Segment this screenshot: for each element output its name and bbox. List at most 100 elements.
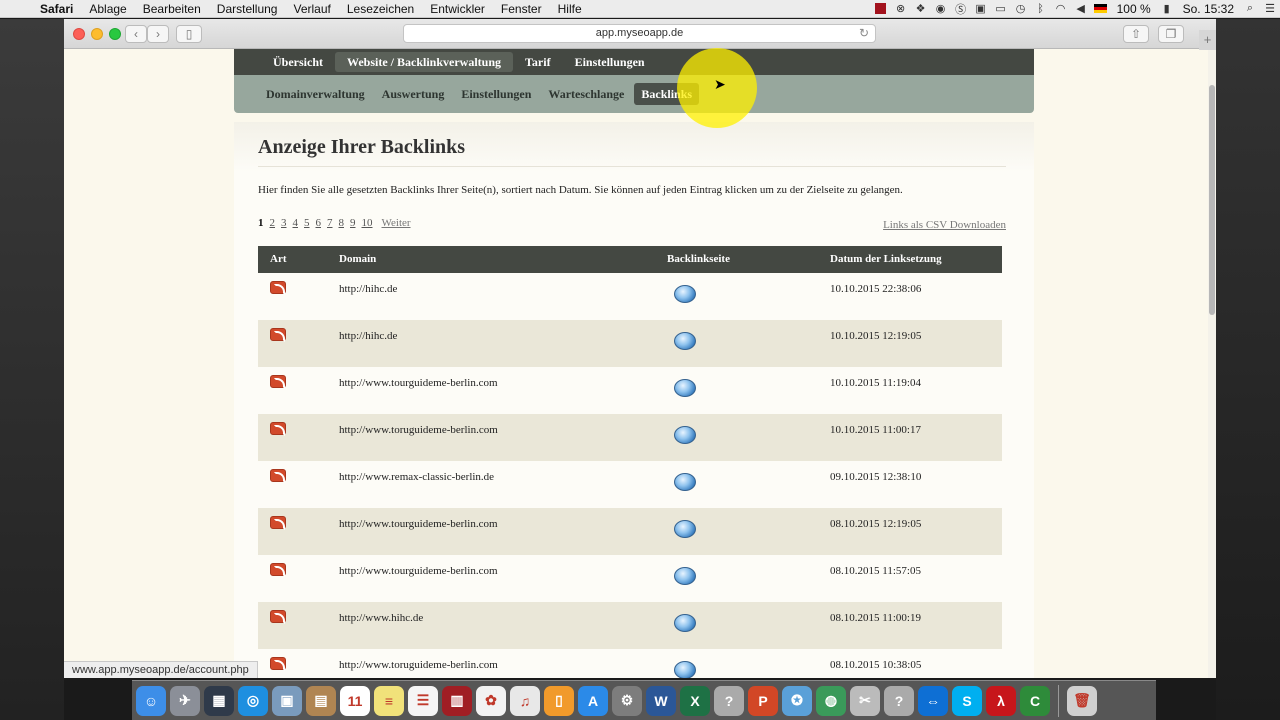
utility-icon[interactable]: ✂ <box>850 685 880 716</box>
row-domain[interactable]: http://hihc.de <box>339 283 397 295</box>
backlink-page-icon[interactable] <box>672 565 700 589</box>
menu-hilfe[interactable]: Hilfe <box>550 0 590 18</box>
share-button[interactable]: ⇧ <box>1123 25 1149 43</box>
trash-icon[interactable]: 🗑 <box>1067 685 1097 716</box>
menu-ablage[interactable]: Ablage <box>81 0 134 18</box>
preview-icon[interactable]: ▣ <box>272 685 302 716</box>
excel-icon[interactable]: X <box>680 685 710 716</box>
page-link-8[interactable]: 8 <box>339 217 351 229</box>
subnav-warteschlange[interactable]: Warteschlange <box>541 83 631 105</box>
camtasia-icon[interactable]: C <box>1020 685 1050 716</box>
row-domain[interactable]: http://hihc.de <box>339 330 397 342</box>
menu-bearbeiten[interactable]: Bearbeiten <box>135 0 209 18</box>
powerpoint-icon[interactable]: P <box>748 685 778 716</box>
battery-icon[interactable]: ▮ <box>1157 0 1177 18</box>
flag-icon[interactable] <box>1091 0 1111 18</box>
contacts-icon[interactable]: ▤ <box>306 685 336 716</box>
page-scrollbar[interactable] <box>1208 49 1216 678</box>
photo-booth-icon[interactable]: ▥ <box>442 685 472 716</box>
page-link-3[interactable]: 3 <box>281 217 293 229</box>
ibooks-icon[interactable]: ▯ <box>544 685 574 716</box>
window-close-button[interactable] <box>73 28 85 40</box>
window-maximize-button[interactable] <box>109 28 121 40</box>
table-row[interactable]: http://www.tourguideme-berlin.com 10.10.2… <box>258 367 1002 414</box>
back-button[interactable]: ‹ <box>125 25 147 43</box>
mainnav-einstellungen[interactable]: Einstellungen <box>563 52 657 72</box>
photos-icon[interactable]: ✿ <box>476 685 506 716</box>
table-row[interactable]: http://www.tourguideme-berlin.com 08.10.2… <box>258 508 1002 555</box>
csv-download-link[interactable]: Links als CSV Downloaden <box>883 219 1006 231</box>
page-link-6[interactable]: 6 <box>316 217 328 229</box>
page-link-10[interactable]: 10 <box>362 217 379 229</box>
menu-app-name[interactable]: Safari <box>32 0 81 18</box>
bluetooth-icon[interactable]: ᛒ <box>1031 0 1051 18</box>
app-store-icon[interactable]: A <box>578 685 608 716</box>
menu-entwickler[interactable]: Entwickler <box>422 0 493 18</box>
menu-darstellung[interactable]: Darstellung <box>209 0 286 18</box>
reload-icon[interactable]: ↻ <box>859 25 869 42</box>
mission-control-icon[interactable]: ▦ <box>204 685 234 716</box>
table-row[interactable]: http://hihc.de 10.10.2015 12:19:05 <box>258 320 1002 367</box>
table-row[interactable]: http://www.toruguideme-berlin.com 08.10.2… <box>258 649 1002 678</box>
status-blocked-icon[interactable]: ⊗ <box>891 0 911 18</box>
launchpad-icon[interactable]: ✈ <box>170 685 200 716</box>
globe-icon[interactable]: ◍ <box>816 685 846 716</box>
row-domain[interactable]: http://www.tourguideme-berlin.com <box>339 518 498 530</box>
subnav-auswertung[interactable]: Auswertung <box>375 83 452 105</box>
reminders-icon[interactable]: ☰ <box>408 685 438 716</box>
table-row[interactable]: http://www.remax-classic-berlin.de 09.10.… <box>258 461 1002 508</box>
table-row[interactable]: http://www.toruguideme-berlin.com 10.10.2… <box>258 414 1002 461</box>
row-domain[interactable]: http://www.hihc.de <box>339 612 423 624</box>
backlink-page-icon[interactable] <box>672 612 700 636</box>
page-link-5[interactable]: 5 <box>304 217 316 229</box>
row-domain[interactable]: http://www.toruguideme-berlin.com <box>339 659 498 671</box>
mainnav-tarif[interactable]: Tarif <box>513 52 563 72</box>
page-next-link[interactable]: Weiter <box>379 217 417 229</box>
page-link-7[interactable]: 7 <box>327 217 339 229</box>
page-link-9[interactable]: 9 <box>350 217 362 229</box>
page-link-4[interactable]: 4 <box>293 217 305 229</box>
mainnav-backlinkverwaltung[interactable]: Website / Backlinkverwaltung <box>335 52 514 72</box>
backlink-page-icon[interactable] <box>672 471 700 495</box>
menu-verlauf[interactable]: Verlauf <box>285 0 338 18</box>
table-row[interactable]: http://www.tourguideme-berlin.com 08.10.2… <box>258 555 1002 602</box>
menu-fenster[interactable]: Fenster <box>493 0 550 18</box>
menu-lesezeichen[interactable]: Lesezeichen <box>339 0 422 18</box>
subnav-domainverwaltung[interactable]: Domainverwaltung <box>259 83 372 105</box>
battery-percent[interactable]: 100 % <box>1111 2 1157 16</box>
backlink-page-icon[interactable] <box>672 330 700 354</box>
subnav-einstellungen[interactable]: Einstellungen <box>454 83 538 105</box>
dropbox-icon[interactable]: ❖ <box>911 0 931 18</box>
notes-icon[interactable]: ≡ <box>374 685 404 716</box>
system-preferences-icon[interactable]: ⚙ <box>612 685 642 716</box>
calendar-icon[interactable]: 11 <box>340 685 370 716</box>
status-box-icon[interactable]: ▣ <box>971 0 991 18</box>
spotlight-icon[interactable]: ⌕ <box>1240 0 1260 18</box>
itunes-icon[interactable]: ♫ <box>510 685 540 716</box>
finder-icon[interactable]: ☺ <box>136 685 166 716</box>
backlink-page-icon[interactable] <box>672 424 700 448</box>
table-row[interactable]: http://www.hihc.de 08.10.2015 11:00:19 <box>258 602 1002 649</box>
scrollbar-thumb[interactable] <box>1209 85 1215 315</box>
address-bar[interactable]: app.myseoapp.de ↻ <box>403 24 876 43</box>
time-machine-icon[interactable]: ◷ <box>1011 0 1031 18</box>
row-domain[interactable]: http://www.toruguideme-berlin.com <box>339 424 498 436</box>
row-domain[interactable]: http://www.tourguideme-berlin.com <box>339 565 498 577</box>
teamviewer-icon[interactable]: ⇔ <box>918 685 948 716</box>
wifi-icon[interactable]: ◠ <box>1051 0 1071 18</box>
backlink-page-icon[interactable] <box>672 377 700 401</box>
row-domain[interactable]: http://www.remax-classic-berlin.de <box>339 471 494 483</box>
unknown-app-2-icon[interactable]: ? <box>884 685 914 716</box>
acrobat-icon[interactable]: λ <box>986 685 1016 716</box>
volume-icon[interactable]: ◀ <box>1071 0 1091 18</box>
backlink-page-icon[interactable] <box>672 659 700 678</box>
window-minimize-button[interactable] <box>91 28 103 40</box>
unknown-app-icon[interactable]: ? <box>714 685 744 716</box>
sidebar-toggle-button[interactable]: ▯ <box>176 25 202 43</box>
mainnav-uebersicht[interactable]: Übersicht <box>261 52 335 72</box>
page-link-1[interactable]: 1 <box>258 217 270 229</box>
messenger-icon[interactable]: ✪ <box>782 685 812 716</box>
status-s-icon[interactable]: Ⓢ <box>951 0 971 18</box>
notification-center-icon[interactable]: ☰ <box>1260 0 1280 18</box>
safari-icon[interactable]: ◎ <box>238 685 268 716</box>
